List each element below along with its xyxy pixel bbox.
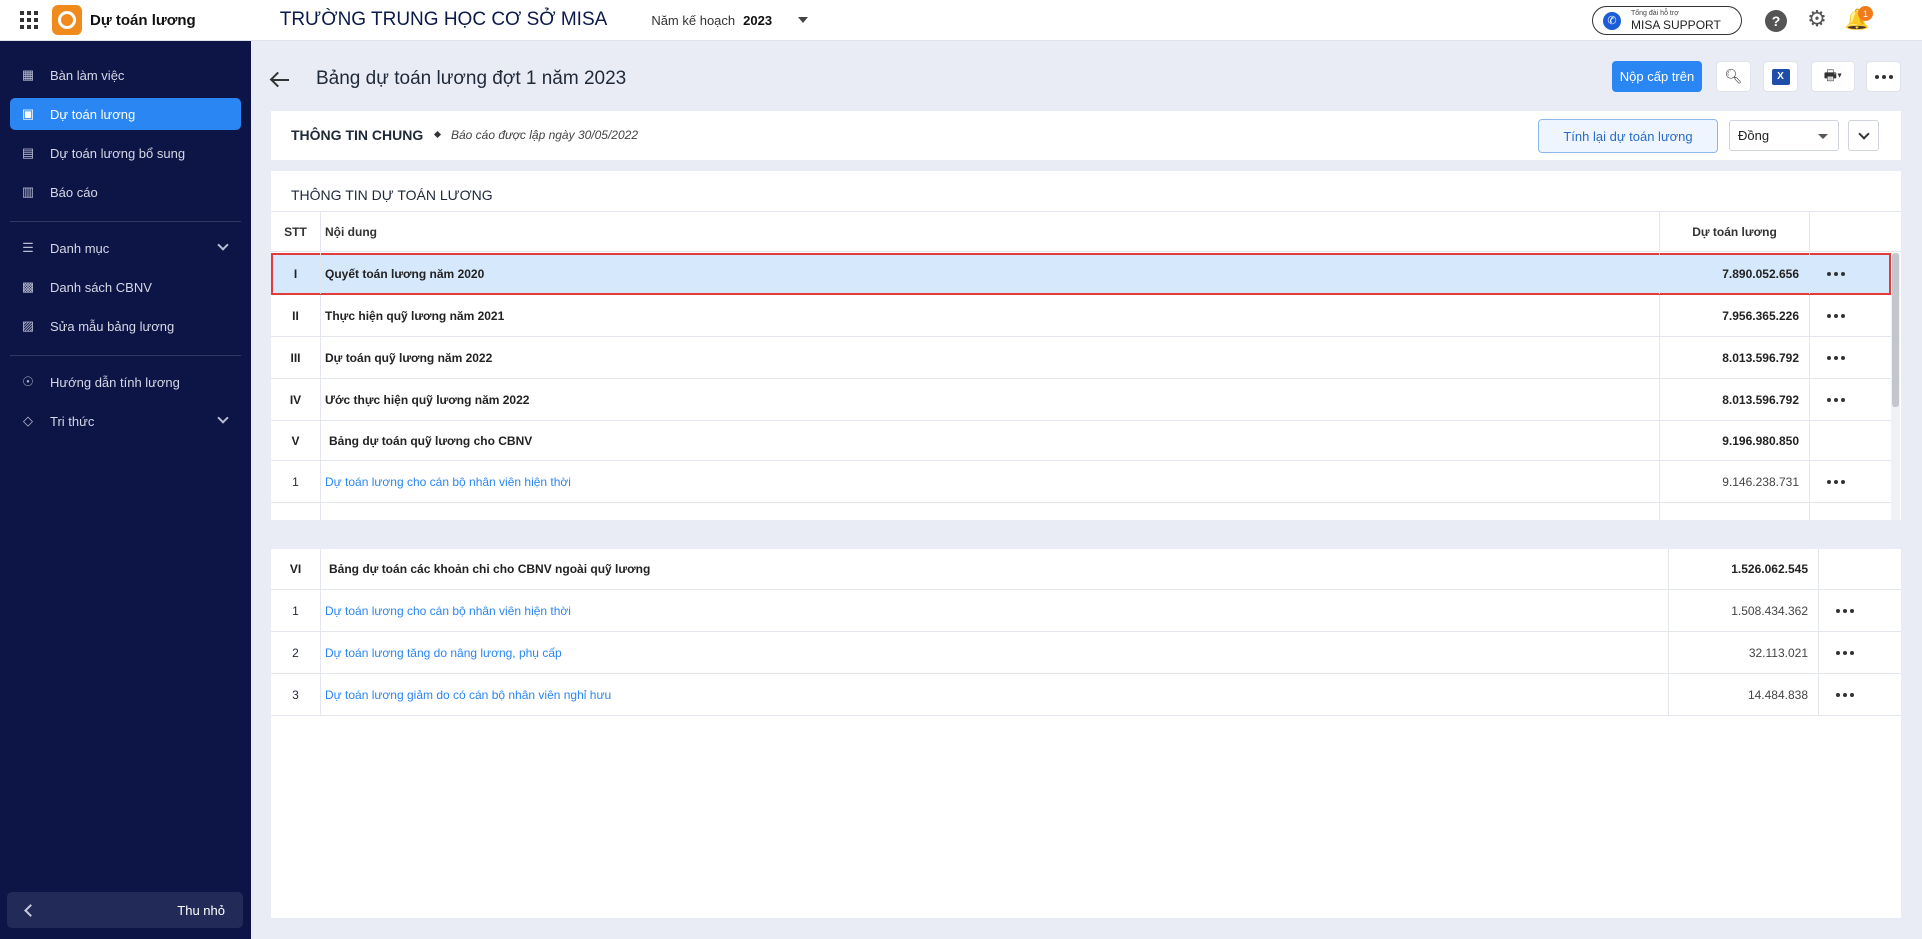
table-row[interactable]: 3 Dự toán lương giảm do có cán bộ nhân v… [271,674,1901,716]
column-header-stt: STT [271,212,321,251]
support-label: MISA SUPPORT [1631,18,1721,32]
guide-icon: ☉ [22,374,34,389]
search-button[interactable]: 🔍︎ [1716,61,1751,92]
chevron-down-icon [217,412,229,424]
table-row-partial [271,503,1891,520]
sidebar-divider [10,355,241,356]
general-info-card: THÔNG TIN CHUNG Báo cáo được lập ngày 30… [271,111,1901,160]
staff-icon: ▩ [21,279,35,294]
notification-badge: 1 [1858,6,1873,21]
row-more-icon[interactable] [1810,253,1862,294]
export-excel-button[interactable]: X [1763,61,1798,92]
row-more-icon[interactable] [1810,337,1862,378]
scrollbar-thumb[interactable] [1892,253,1899,407]
chevron-down-icon [1858,128,1870,140]
table-header: STT Nội dung Dự toán lương [271,211,1901,252]
page-title: Bảng dự toán lương đợt 1 năm 2023 [316,68,627,89]
gear-icon[interactable]: ⚙ [1806,6,1828,31]
report-icon: ▥ [21,184,35,199]
sidebar-item-category[interactable]: ☰ Danh mục [10,232,241,264]
currency-unit-select[interactable]: Đồng [1729,120,1839,151]
support-button[interactable]: ✆ Tổng đài hỗ trợ MISA SUPPORT [1592,6,1742,35]
search-icon: 🔍︎ [1724,68,1743,84]
more-options-button[interactable] [1866,61,1901,92]
support-caption: Tổng đài hỗ trợ [1631,10,1679,17]
collapse-sidebar-button[interactable]: Thu nhỏ [7,892,243,928]
app-name: Dự toán lương [90,11,196,29]
recalculate-button[interactable]: Tính lại dự toán lương [1538,119,1718,153]
app-logo [52,5,82,35]
row-more-icon[interactable] [1810,295,1862,336]
plan-year-label: Năm kế hoạch [651,12,736,28]
plan-year-value[interactable]: 2023 [743,13,772,28]
excel-icon: X [1771,68,1790,85]
table-row[interactable]: 1 Dự toán lương cho cán bộ nhân viên hiệ… [271,461,1891,503]
sidebar-item-knowledge[interactable]: ◇ Tri thức [10,405,241,437]
row-more-icon[interactable] [1819,590,1871,631]
sidebar-divider [10,221,241,222]
sidebar-item-salary-estimate[interactable]: ▣ Dự toán lương [10,98,241,130]
more-icon [1874,74,1893,79]
back-arrow-icon[interactable] [268,68,292,92]
printer-icon: 🖶▾ [1823,66,1843,83]
chevron-left-icon [24,903,37,917]
salary-estimate-icon: ▣ [21,106,35,121]
table-row[interactable]: III Dự toán quỹ lương năm 2022 8.013.596… [271,337,1891,379]
sidebar-item-staff[interactable]: ▩ Danh sách CBNV [10,271,241,303]
table-row[interactable]: VI Bảng dự toán các khoản chi cho CBNV n… [271,549,1901,590]
sidebar-item-workspace[interactable]: ▦ Bàn làm việc [10,59,241,91]
edit-template-icon: ▨ [21,318,35,333]
table-row[interactable]: V Bảng dự toán quỹ lương cho CBNV 9.196.… [271,421,1891,461]
row-more-icon[interactable] [1810,379,1862,420]
table-row[interactable]: II Thực hiện quỹ lương năm 2021 7.956.36… [271,295,1891,337]
dashboard-icon: ▦ [21,67,35,82]
table-row[interactable]: I Quyết toán lương năm 2020 7.890.052.65… [271,253,1891,295]
knowledge-icon: ◇ [23,413,33,428]
app-grid-icon[interactable] [20,11,38,29]
sidebar-item-guide[interactable]: ☉ Hướng dẫn tính lương [10,366,241,398]
salary-estimate-card: THÔNG TIN DỰ TOÁN LƯƠNG STT Nội dung Dự … [271,171,1901,520]
chevron-down-icon [217,239,229,251]
list-icon: ☰ [22,240,34,255]
other-expenses-card: VI Bảng dự toán các khoản chi cho CBNV n… [271,549,1901,918]
phone-icon: ✆ [1603,11,1621,30]
print-button[interactable]: 🖶▾ [1811,61,1855,92]
column-header-content: Nội dung [321,212,1660,251]
column-header-value: Dự toán lương [1660,212,1810,251]
sidebar-item-report[interactable]: ▥ Báo cáo [10,176,241,208]
submit-to-superior-button[interactable]: Nộp cấp trên [1612,61,1702,92]
table-row[interactable]: IV Ước thực hiện quỹ lương năm 2022 8.01… [271,379,1891,421]
row-more-icon[interactable] [1810,461,1862,502]
sidebar-item-supplement[interactable]: ▤ Dự toán lương bổ sung [10,137,241,169]
sidebar: ▦ Bàn làm việc ▣ Dự toán lương ▤ Dự toán… [0,41,251,939]
help-icon[interactable]: ? [1765,10,1787,32]
table-scrollbar[interactable] [1891,253,1900,520]
report-date: Báo cáo được lập ngày 30/05/2022 [451,128,638,142]
table-row[interactable]: 1 Dự toán lương cho cán bộ nhân viên hiệ… [271,590,1901,632]
dropdown-caret-icon [1818,134,1828,139]
sidebar-item-edit-template[interactable]: ▨ Sửa mẫu bảng lương [10,310,241,342]
general-info-title: THÔNG TIN CHUNG [291,127,424,143]
expand-button[interactable] [1848,120,1879,151]
section-title: THÔNG TIN DỰ TOÁN LƯƠNG [291,187,493,203]
row-more-icon[interactable] [1819,632,1871,673]
supplement-icon: ▤ [21,145,35,160]
table-row[interactable]: 2 Dự toán lương tăng do nâng lương, phụ … [271,632,1901,674]
year-dropdown-icon[interactable] [798,17,809,23]
row-more-icon[interactable] [1819,674,1871,715]
school-name: TRƯỜNG TRUNG HỌC CƠ SỞ MISA [279,9,608,30]
separator-dot [433,130,442,139]
